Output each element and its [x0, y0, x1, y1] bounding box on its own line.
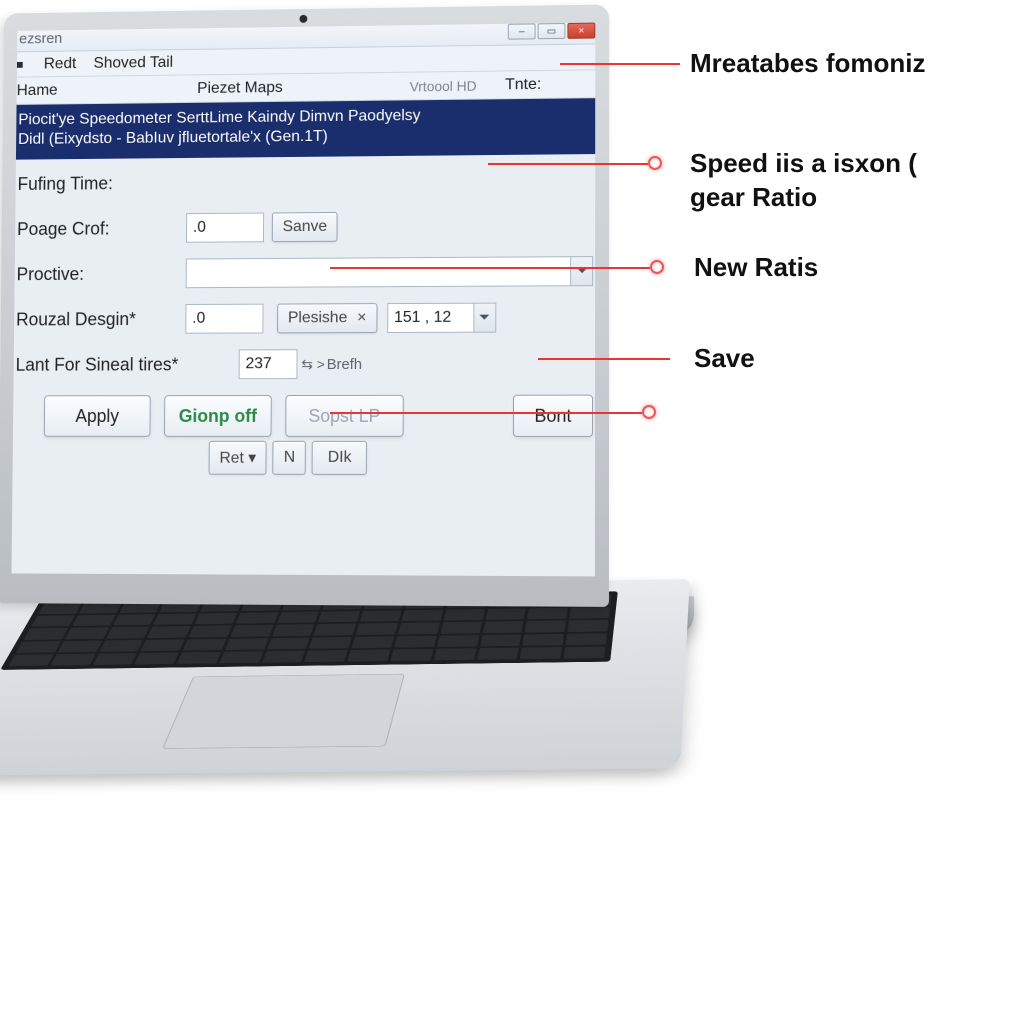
fufing-time-label: Fufing Time:: [17, 172, 186, 194]
laptop-base: [0, 579, 690, 776]
maximize-button[interactable]: ▭: [538, 23, 566, 39]
lant-label: Lant For Sineal tires*: [16, 354, 239, 375]
arrow-icon: ⇆ >: [301, 356, 324, 373]
laptop-lid: ezsren – ▭ × Redt Shoved Tail Hame Pieze…: [0, 4, 609, 606]
menu-shoved-tail[interactable]: Shoved Tail: [93, 54, 173, 73]
rouzal-desgin-input[interactable]: .0: [185, 304, 263, 334]
header-tnte[interactable]: Tnte:: [505, 75, 595, 94]
dik-button[interactable]: DIk: [312, 441, 367, 475]
sopst-lp-button[interactable]: Sopst LP: [285, 395, 403, 437]
apply-button[interactable]: Apply: [44, 395, 151, 437]
window-title: ezsren: [19, 30, 62, 47]
proctive-combo[interactable]: [186, 256, 593, 288]
bont-button[interactable]: Bont: [513, 395, 593, 437]
rouzal-desgin-label: Rouzal Desgin*: [16, 308, 185, 329]
selected-list-item[interactable]: Piocit'ye Speedometer SerttLime Kaindy D…: [11, 98, 595, 160]
poage-crof-input[interactable]: .0: [186, 213, 264, 243]
ret-dropdown-button[interactable]: Ret ▾: [209, 441, 267, 475]
chevron-down-icon: [473, 304, 495, 332]
header-hame[interactable]: Hame: [11, 80, 197, 100]
gionp-off-button[interactable]: Gionp off: [164, 395, 272, 437]
close-button[interactable]: ×: [567, 23, 595, 39]
plesishe-label: Plesishe: [288, 309, 348, 327]
lant-suffix: Brefh: [327, 356, 362, 373]
save-small-button[interactable]: Sanve: [272, 212, 338, 242]
n-button[interactable]: N: [273, 441, 307, 475]
header-piezet-maps[interactable]: Piezet Maps: [197, 77, 410, 97]
plesishe-combo-value: 151 , 12: [394, 309, 451, 327]
laptop-mockup: ezsren – ▭ × Redt Shoved Tail Hame Pieze…: [0, 0, 910, 900]
header-vrtoool[interactable]: Vrtoool HD: [410, 77, 505, 94]
chevron-down-icon: [570, 257, 592, 285]
form-area: Fufing Time: Poage Crof: .0 Sanve Procti…: [11, 154, 595, 475]
proctive-label: Proctive:: [17, 263, 186, 285]
screen: ezsren – ▭ × Redt Shoved Tail Hame Pieze…: [11, 23, 595, 577]
close-icon: ×: [357, 309, 366, 327]
app-window: ezsren – ▭ × Redt Shoved Tail Hame Pieze…: [11, 23, 595, 577]
plesishe-button[interactable]: Plesishe ×: [277, 303, 377, 333]
menu-marker-icon: [17, 61, 23, 67]
trackpad: [162, 674, 405, 749]
menu-redt[interactable]: Redt: [44, 55, 77, 73]
plesishe-combo[interactable]: 151 , 12: [387, 303, 496, 333]
poage-crof-label: Poage Crof:: [17, 218, 186, 240]
lant-input[interactable]: 237: [239, 349, 298, 379]
minimize-button[interactable]: –: [508, 23, 536, 39]
